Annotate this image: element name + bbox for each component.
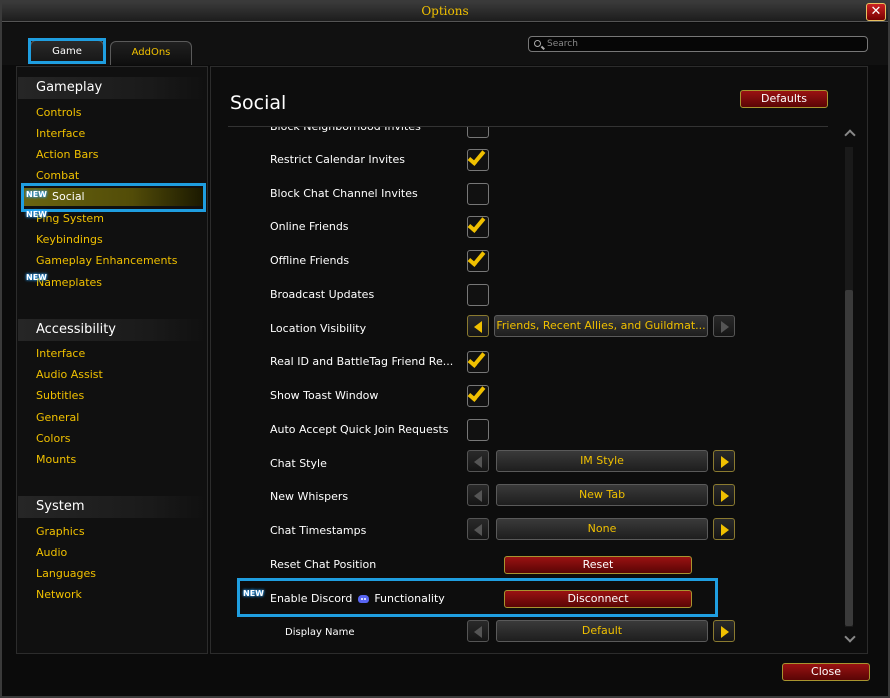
label-offline-friends: Offline Friends bbox=[270, 254, 350, 267]
sidebar-item-languages[interactable]: Languages bbox=[36, 565, 96, 583]
title-bar[interactable]: Options ✕ bbox=[2, 2, 888, 22]
checkmark-icon bbox=[467, 349, 486, 368]
arrow-left-icon bbox=[474, 626, 482, 638]
new-whispers-next-button[interactable] bbox=[713, 484, 735, 506]
discord-disconnect-button[interactable]: Disconnect bbox=[504, 590, 692, 608]
sidebar-item-mounts[interactable]: Mounts bbox=[36, 451, 76, 469]
discord-icon bbox=[357, 595, 369, 603]
label-restrict-calendar: Restrict Calendar Invites bbox=[270, 153, 405, 166]
chat-style-prev-button[interactable] bbox=[467, 450, 489, 472]
label-reset-chat-position: Reset Chat Position bbox=[270, 558, 377, 571]
close-button[interactable]: Close bbox=[782, 663, 870, 681]
label-realid-friend-requests: Real ID and BattleTag Friend Re... bbox=[270, 355, 454, 368]
checkbox-broadcast-updates[interactable] bbox=[467, 284, 489, 306]
label-chat-style: Chat Style bbox=[270, 457, 327, 470]
new-badge-discord: NEW bbox=[243, 589, 264, 598]
label-chat-timestamps: Chat Timestamps bbox=[270, 524, 367, 537]
label-online-friends: Online Friends bbox=[270, 220, 349, 233]
checkbox-restrict-calendar[interactable] bbox=[467, 147, 489, 171]
checkbox-block-neighborhood[interactable] bbox=[467, 127, 489, 138]
category-system[interactable]: System bbox=[18, 496, 206, 518]
sidebar-item-controls[interactable]: Controls bbox=[36, 104, 82, 122]
sidebar-item-general[interactable]: General bbox=[36, 409, 79, 427]
sidebar-item-subtitles[interactable]: Subtitles bbox=[36, 387, 84, 405]
label-new-whispers: New Whispers bbox=[270, 490, 349, 503]
sidebar-item-graphics[interactable]: Graphics bbox=[36, 523, 85, 541]
search-icon bbox=[534, 40, 541, 47]
checkbox-realid-friend-requests[interactable] bbox=[467, 349, 489, 373]
label-location-visibility: Location Visibility bbox=[270, 322, 367, 335]
checkmark-icon bbox=[467, 147, 486, 166]
arrow-left-icon bbox=[474, 321, 482, 333]
label-block-neighborhood: Block Neighborhood Invites bbox=[270, 127, 421, 135]
reset-chat-position-button[interactable]: Reset bbox=[504, 556, 692, 574]
new-badge-ping: NEW bbox=[26, 210, 47, 219]
arrow-right-icon bbox=[721, 490, 729, 502]
label-discord-suffix: Functionality bbox=[374, 592, 445, 605]
sidebar-item-social[interactable]: Social bbox=[24, 188, 204, 206]
display-name-prev-button[interactable] bbox=[467, 620, 489, 642]
sidebar-item-audio-assist[interactable]: Audio Assist bbox=[36, 366, 103, 384]
checkmark-icon bbox=[467, 214, 486, 233]
chat-timestamps-prev-button[interactable] bbox=[467, 518, 489, 540]
scrollbar-thumb[interactable] bbox=[845, 290, 853, 626]
sidebar-item-action-bars[interactable]: Action Bars bbox=[36, 146, 99, 164]
arrow-right-icon bbox=[721, 321, 729, 333]
label-broadcast-updates: Broadcast Updates bbox=[270, 288, 375, 301]
label-show-toast: Show Toast Window bbox=[270, 389, 379, 402]
new-badge-nameplates: NEW bbox=[26, 273, 47, 282]
chat-timestamps-next-button[interactable] bbox=[713, 518, 735, 540]
sidebar-item-audio[interactable]: Audio bbox=[36, 544, 67, 562]
checkmark-icon bbox=[467, 383, 486, 402]
display-name-dropdown[interactable]: Default bbox=[496, 620, 708, 642]
label-discord: Enable Discord Functionality bbox=[270, 591, 445, 607]
arrow-right-icon bbox=[721, 456, 729, 468]
defaults-button[interactable]: Defaults bbox=[740, 90, 828, 108]
tab-game[interactable]: Game bbox=[30, 40, 104, 64]
checkbox-offline-friends[interactable] bbox=[467, 248, 489, 272]
chat-style-next-button[interactable] bbox=[713, 450, 735, 472]
sidebar-item-network[interactable]: Network bbox=[36, 586, 82, 604]
location-visibility-dropdown[interactable]: Friends, Recent Allies, and Guildmat... bbox=[494, 315, 708, 337]
arrow-right-icon bbox=[721, 626, 729, 638]
label-block-chat-channel: Block Chat Channel Invites bbox=[270, 187, 418, 200]
checkmark-icon bbox=[467, 248, 486, 267]
label-discord-prefix: Enable Discord bbox=[270, 592, 353, 605]
new-badge-social: NEW bbox=[26, 190, 47, 199]
label-auto-accept-quick-join: Auto Accept Quick Join Requests bbox=[270, 423, 449, 436]
checkbox-block-chat-channel[interactable] bbox=[467, 183, 489, 205]
display-name-next-button[interactable] bbox=[713, 620, 735, 642]
close-icon[interactable]: ✕ bbox=[866, 3, 886, 21]
checkbox-online-friends[interactable] bbox=[467, 214, 489, 238]
location-visibility-next-button[interactable] bbox=[713, 315, 735, 337]
search-placeholder: Search bbox=[547, 39, 578, 49]
checkbox-auto-accept-quick-join[interactable] bbox=[467, 419, 489, 441]
sidebar-item-keybindings[interactable]: Keybindings bbox=[36, 231, 103, 249]
new-whispers-prev-button[interactable] bbox=[467, 484, 489, 506]
arrow-left-icon bbox=[474, 456, 482, 468]
checkbox-show-toast[interactable] bbox=[467, 383, 489, 407]
sidebar-item-interface[interactable]: Interface bbox=[36, 125, 85, 143]
category-gameplay[interactable]: Gameplay bbox=[18, 77, 206, 99]
arrow-left-icon bbox=[474, 524, 482, 536]
arrow-right-icon bbox=[721, 524, 729, 536]
chat-style-dropdown[interactable]: IM Style bbox=[496, 450, 708, 472]
page-title: Social bbox=[230, 92, 287, 114]
tab-addons[interactable]: AddOns bbox=[110, 41, 192, 65]
chat-timestamps-dropdown[interactable]: None bbox=[496, 518, 708, 540]
window-title: Options bbox=[421, 4, 469, 18]
label-display-name: Display Name bbox=[285, 627, 355, 638]
sidebar-item-combat[interactable]: Combat bbox=[36, 167, 79, 185]
sidebar-item-acc-interface[interactable]: Interface bbox=[36, 345, 85, 363]
sidebar-item-gameplay-enhancements[interactable]: Gameplay Enhancements bbox=[36, 252, 177, 270]
new-whispers-dropdown[interactable]: New Tab bbox=[496, 484, 708, 506]
category-accessibility[interactable]: Accessibility bbox=[18, 319, 206, 341]
arrow-left-icon bbox=[474, 490, 482, 502]
sidebar-item-colors[interactable]: Colors bbox=[36, 430, 70, 448]
settings-scroll-area: Block Neighborhood Invites Restrict Cale… bbox=[228, 127, 843, 652]
search-input[interactable]: Search bbox=[528, 36, 868, 52]
location-visibility-prev-button[interactable] bbox=[467, 315, 489, 337]
